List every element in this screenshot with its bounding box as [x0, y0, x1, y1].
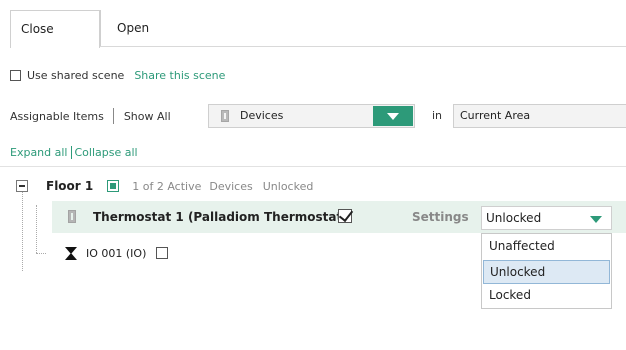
device-type-value: Devices [240, 109, 284, 122]
device-name: IO 001 (IO) [86, 246, 147, 260]
active-status-icon [107, 180, 120, 192]
area-value: Current Area [460, 109, 531, 122]
collapse-all-link[interactable]: Collapse all [75, 146, 138, 159]
devices-label: Devices [209, 179, 253, 193]
tab-bar: Close Open [0, 0, 626, 48]
area-dropdown[interactable]: Current Area [453, 104, 626, 128]
lock-state-select[interactable]: Unlocked [481, 206, 612, 230]
chevron-down-icon[interactable] [373, 106, 413, 126]
expand-all-link[interactable]: Expand all [10, 146, 68, 159]
device-icon [221, 110, 229, 122]
dropdown-option-unaffected[interactable]: Unaffected [483, 235, 610, 259]
settings-link[interactable]: Settings [412, 210, 469, 224]
tree-connector [22, 191, 23, 271]
device-row-io[interactable]: IO 001 (IO) [65, 245, 169, 261]
use-shared-scene-label: Use shared scene [27, 68, 125, 82]
filter-separator [112, 108, 114, 124]
chevron-down-icon[interactable] [590, 216, 602, 223]
device-checkbox[interactable] [156, 247, 169, 259]
tree-node-floor: Floor 1 1 of 2 Active Devices Unlocked [16, 178, 313, 194]
tree-actions-separator [70, 146, 72, 159]
device-name: Thermostat 1 (Palladiom Thermostat) [93, 210, 348, 224]
checked-checkbox[interactable] [338, 209, 352, 223]
collapse-icon[interactable] [16, 180, 28, 192]
active-count: 1 of 2 Active [132, 179, 202, 193]
lock-state-value: Unlocked [486, 211, 542, 225]
floor-state: Unlocked [262, 179, 314, 193]
use-shared-scene-checkbox[interactable] [10, 69, 21, 81]
in-label: in [432, 109, 443, 122]
thermostat-icon [68, 210, 76, 223]
lock-state-dropdown-list: Unaffected Unlocked Locked [481, 233, 612, 309]
shared-scene-row: Use shared scene Share this scene [10, 65, 225, 85]
floor-name: Floor 1 [46, 179, 94, 193]
tab-close[interactable]: Close [10, 10, 100, 48]
share-scene-link[interactable]: Share this scene [134, 69, 225, 82]
tree-connector [36, 205, 37, 253]
dropdown-option-unlocked[interactable]: Unlocked [483, 260, 610, 284]
tab-open[interactable]: Open [100, 10, 220, 48]
tree-actions: Expand all Collapse all [10, 146, 138, 159]
hourglass-icon [65, 246, 77, 260]
tree-connector [36, 253, 46, 254]
section-divider [0, 166, 626, 167]
show-all-link[interactable]: Show All [124, 110, 171, 123]
dropdown-option-locked[interactable]: Locked [483, 284, 610, 308]
assignable-items-label: Assignable Items [10, 109, 104, 123]
device-type-dropdown[interactable]: Devices [208, 104, 415, 128]
